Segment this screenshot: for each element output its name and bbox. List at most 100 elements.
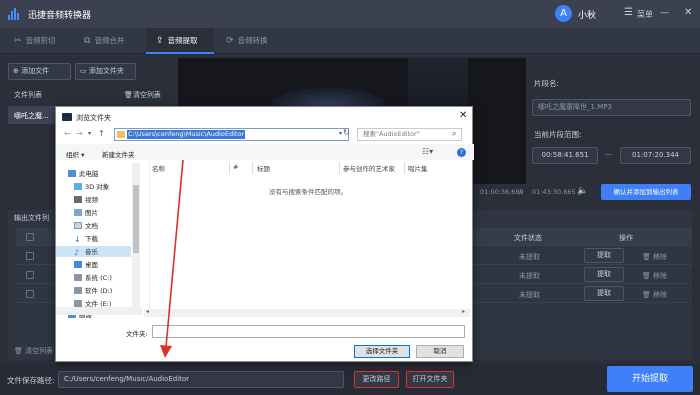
time-total: 01:43:30.665 (532, 188, 576, 196)
tree-item-desktop[interactable]: 桌面 (74, 259, 98, 270)
close-button[interactable]: ✕ (684, 7, 692, 18)
tree-item-music[interactable]: ♪ 音乐 (56, 246, 131, 257)
forward-icon[interactable]: → (76, 129, 83, 138)
tree-item-downloads[interactable]: ↓ 下载 (74, 233, 98, 244)
user-name[interactable]: 小秋 (578, 8, 596, 21)
empty-message: 没有与搜索条件匹配的项。 (269, 188, 347, 196)
drive-icon (74, 287, 82, 294)
tree-label: 此电脑 (79, 170, 99, 178)
music-icon: ♪ (74, 248, 80, 257)
select-all-checkbox[interactable] (26, 233, 34, 241)
tree-label: 文档 (85, 222, 98, 230)
folder-input[interactable] (152, 325, 465, 338)
video-icon (74, 196, 82, 203)
user-avatar-icon[interactable]: A (555, 5, 572, 22)
tree-item-documents[interactable]: 文档 (74, 220, 98, 231)
action-header: 操作 (619, 234, 633, 242)
save-path-label: 文件保存路径: (7, 376, 55, 385)
navigation-tree: 此电脑 3D 对象 视频 图片 文档 ↓ 下载 ♪ 音乐 桌面 系统 (C:) 软件… (56, 163, 141, 318)
help-icon[interactable]: ? (457, 148, 466, 157)
cancel-button[interactable]: 取消 (416, 345, 464, 358)
extract-icon: ⇪ (156, 36, 164, 46)
open-folder-button[interactable]: 打开文件夹 (406, 371, 454, 388)
drive-icon (74, 300, 82, 307)
segment-name-field[interactable]: 哪吒之魔童降世_1.MP3 (532, 99, 691, 116)
status-header: 文件状态 (514, 234, 542, 242)
app-logo-icon (8, 8, 21, 20)
column-name[interactable]: 名称 (152, 163, 165, 175)
tree-label: 视频 (85, 196, 98, 204)
tab-audio-cut[interactable]: ✂ 音频剪切 (14, 28, 70, 54)
file-list-label: 文件列表 (14, 91, 42, 99)
extract-button[interactable]: 提取 (584, 248, 624, 263)
row-status: 未提取 (519, 291, 540, 299)
remove-button[interactable]: 🗑 移除 (642, 252, 667, 262)
picture-icon (74, 209, 82, 216)
tree-item-video[interactable]: 视频 (74, 194, 98, 205)
row-status: 未提取 (519, 253, 540, 261)
content-scrollbar[interactable]: ◂ ▸ (144, 308, 470, 317)
select-folder-button[interactable]: 选择文件夹 (354, 345, 410, 358)
tab-audio-convert[interactable]: ⟳ 音频转换 (226, 28, 286, 54)
volume-icon[interactable]: 🔈 (577, 186, 588, 196)
minimize-button[interactable]: — (660, 8, 669, 18)
file-item-name: 哪吒之魔... (14, 112, 49, 120)
time-current: 01:00:36.699 (480, 188, 524, 196)
tree-item-this-pc[interactable]: 此电脑 (68, 168, 99, 179)
dialog-title: 浏览文件夹 (76, 114, 111, 122)
address-text[interactable]: C:\Users\cenfeng\Music\AudioEditor (127, 130, 246, 139)
horizontal-scrollbar[interactable] (56, 307, 142, 315)
add-file-button[interactable]: ⊕ 添加文件 (8, 63, 71, 80)
tab-audio-merge[interactable]: ⧉ 音频合并 (84, 28, 144, 54)
organize-menu[interactable]: 组织 ▾ (66, 149, 84, 159)
tab-audio-extract[interactable]: ⇪ 音频提取 (146, 28, 214, 54)
column-album[interactable]: 唱片集 (408, 163, 428, 175)
tree-label: 软件 (D:) (85, 287, 113, 295)
tree-item-3d[interactable]: 3D 对象 (74, 181, 109, 192)
folder-icon: ▭ (80, 67, 87, 75)
remove-button[interactable]: 🗑 移除 (642, 271, 667, 281)
back-icon[interactable]: ← (64, 129, 71, 138)
range-end-field[interactable]: 01:07:20.344 (620, 147, 691, 164)
tree-item-drive-c[interactable]: 系统 (C:) (74, 272, 112, 283)
extract-button[interactable]: 提取 (584, 267, 624, 282)
add-folder-button[interactable]: ▭ 添加文件夹 (75, 63, 136, 80)
row-checkbox[interactable] (26, 290, 34, 298)
dialog-close-icon[interactable]: ✕ (459, 110, 467, 121)
address-bar[interactable]: C:\Users\cenfeng\Music\AudioEditor ▾ (114, 128, 349, 141)
view-options-icon[interactable]: ☷▾ (422, 147, 433, 156)
output-clear-list-button[interactable]: 🗑 清空列表 (14, 346, 53, 356)
start-extract-button[interactable]: 开始提取 (607, 366, 693, 392)
row-checkbox[interactable] (26, 252, 34, 260)
tree-scrollbar[interactable] (132, 163, 140, 313)
tree-label: 3D 对象 (85, 183, 110, 191)
search-input[interactable]: 搜索"AudioEditor" (357, 128, 462, 141)
tree-item-drive-d[interactable]: 软件 (D:) (74, 285, 112, 296)
trash-icon: 🗑 (124, 91, 133, 99)
change-path-button[interactable]: 更改路径 (354, 371, 399, 388)
chevron-down-icon[interactable]: ▾ (339, 130, 342, 137)
remove-label: 移除 (653, 253, 668, 261)
remove-button[interactable]: 🗑 移除 (642, 290, 667, 300)
column-title[interactable]: 标题 (257, 163, 270, 175)
tree-item-pictures[interactable]: 图片 (74, 207, 98, 218)
confirm-add-button[interactable]: 确认并添加到输出列表 (601, 184, 691, 200)
range-start-field[interactable]: 00:58:41.651 (532, 147, 598, 164)
row-checkbox[interactable] (26, 271, 34, 279)
drive-icon (74, 274, 82, 281)
chevron-down-icon[interactable]: ▾ (88, 130, 91, 137)
app-title: 迅捷音频转换器 (28, 11, 92, 21)
save-path-field[interactable]: C:/Users/cenfeng/Music/AudioEditor (58, 371, 344, 388)
column-number[interactable]: # (233, 163, 238, 175)
refresh-icon[interactable]: ↻ (343, 128, 350, 137)
search-icon[interactable]: ⌕ (452, 129, 456, 139)
menu-label[interactable]: 菜单 (637, 9, 653, 20)
extract-button[interactable]: 提取 (584, 286, 624, 301)
new-folder-button[interactable]: 新建文件夹 (102, 149, 135, 159)
up-icon[interactable]: ↑ (98, 129, 105, 138)
remove-label: 移除 (653, 291, 668, 299)
column-artist[interactable]: 参与创作的艺术家 (343, 163, 395, 175)
clear-list-button[interactable]: 🗑清空列表 (124, 90, 161, 100)
tab-label: 音频提取 (167, 36, 198, 45)
menu-icon[interactable]: ☰ (624, 8, 633, 18)
